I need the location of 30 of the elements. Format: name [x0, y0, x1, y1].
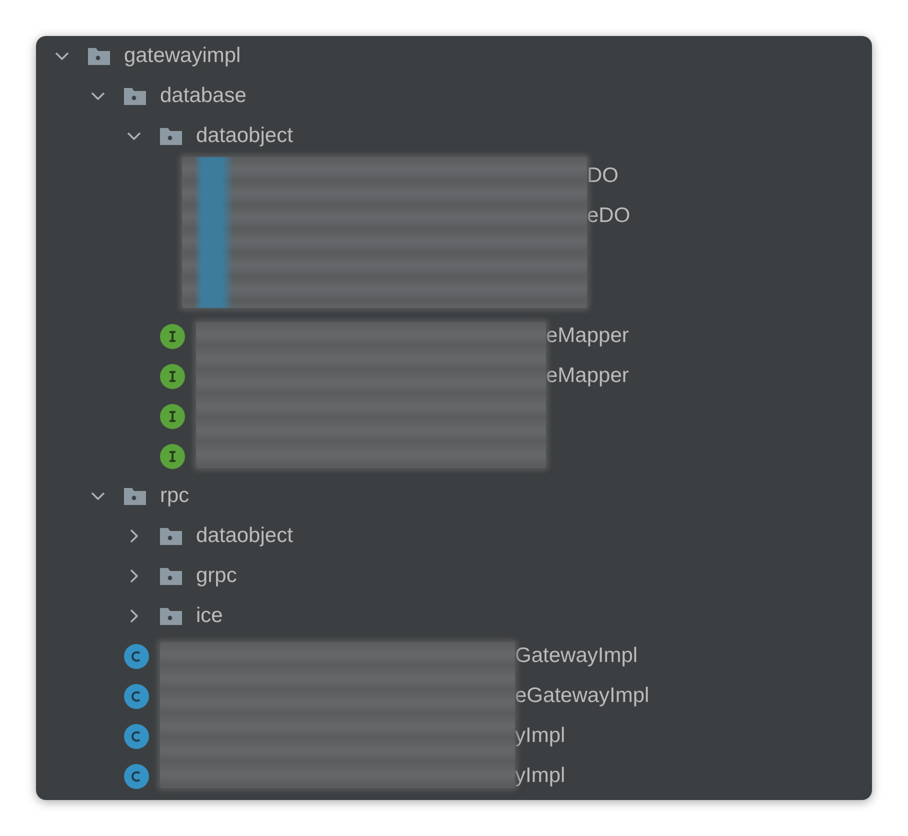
tree-item-label[interactable]: eMapper [546, 316, 629, 356]
tree-item-label[interactable]: DO [587, 156, 618, 196]
class-icon [124, 724, 149, 748]
folder-icon [160, 607, 182, 625]
folder-icon [160, 127, 182, 145]
class-icon [124, 644, 149, 668]
folder-icon [124, 487, 146, 505]
folder-icon [124, 87, 146, 105]
tree-item-label[interactable]: yImpl [515, 756, 566, 796]
interface-icon [160, 364, 185, 388]
folder-icon [88, 47, 110, 65]
tree-item-label[interactable]: rpc [160, 476, 190, 516]
tree-item-label[interactable]: dataobject [196, 116, 293, 156]
tree-item-label[interactable]: eMapper [546, 356, 629, 396]
tree-item-label[interactable]: ice [196, 596, 223, 636]
tree-item-label[interactable]: eDO [587, 196, 630, 236]
tree-item-label[interactable]: eGatewayImpl [515, 676, 650, 716]
folder-icon [160, 527, 182, 545]
interface-icon [160, 324, 185, 348]
folder-icon [160, 567, 182, 585]
tree-item-label[interactable]: GatewayImpl [515, 636, 638, 676]
class-icon [124, 764, 149, 788]
tree-item-label[interactable]: gatewayimpl [124, 36, 241, 76]
interface-icon [160, 404, 185, 428]
class-icon [124, 684, 149, 708]
interface-icon [160, 444, 185, 468]
tree-item-label[interactable]: yImpl [515, 716, 566, 756]
tree-item-label[interactable]: database [160, 76, 246, 116]
tree-item-label[interactable]: dataobject [196, 516, 293, 556]
tree-item-label[interactable]: grpc [196, 556, 237, 596]
